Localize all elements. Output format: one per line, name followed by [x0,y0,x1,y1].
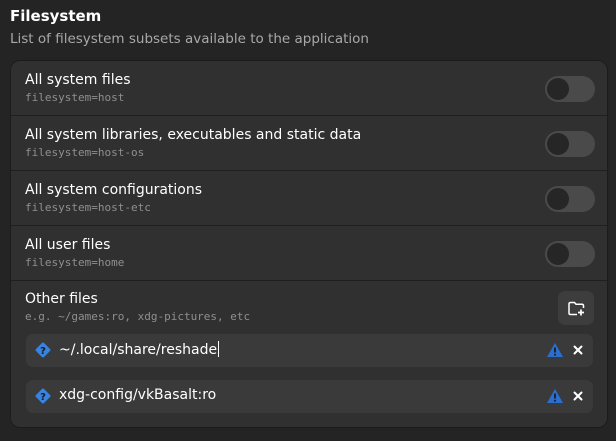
row-title: All system files [25,72,131,88]
host-etc-toggle[interactable] [545,186,595,212]
question-icon: ? [35,388,51,404]
row-home[interactable]: All user files filesystem=home [11,226,607,281]
toggle-knob [547,133,569,155]
folder-add-icon [567,301,584,315]
toggle-knob [547,78,569,100]
row-subtitle: filesystem=host-os [25,146,145,159]
host-os-toggle[interactable] [545,131,595,157]
home-toggle[interactable] [545,241,595,267]
add-folder-button[interactable] [558,291,594,325]
other-files-subtitle: e.g. ~/games:ro, xdg-pictures, etc [25,310,251,323]
text-cursor [218,341,220,357]
row-subtitle: filesystem=home [25,256,125,269]
file-entry-input[interactable]: ~/.local/share/reshade [59,341,220,358]
section-subtitle: List of filesystem subsets available to … [10,31,369,47]
filesystem-list: All system files filesystem=host All sys… [10,60,608,428]
row-title: All user files [25,237,111,253]
file-entry[interactable]: ? ~/.local/share/reshade [26,334,593,367]
question-icon: ? [35,342,51,358]
svg-text:?: ? [40,346,46,357]
row-subtitle: filesystem=host [25,91,125,104]
svg-text:?: ? [40,392,46,403]
file-entry-input[interactable]: xdg-config/vkBasalt:ro [59,387,216,403]
toggle-knob [547,188,569,210]
row-host[interactable]: All system files filesystem=host [11,61,607,116]
row-host-os[interactable]: All system libraries, executables and st… [11,116,607,171]
row-host-etc[interactable]: All system configurations filesystem=hos… [11,171,607,226]
toggle-knob [547,243,569,265]
warning-icon [547,343,563,357]
row-title: All system configurations [25,182,203,198]
close-icon[interactable] [571,389,585,403]
section-title: Filesystem [10,7,102,25]
close-icon[interactable] [571,343,585,357]
row-subtitle: filesystem=host-etc [25,201,151,214]
row-title: All system libraries, executables and st… [25,127,362,143]
file-entry-value: ~/.local/share/reshade [59,342,218,358]
file-entry[interactable]: ? xdg-config/vkBasalt:ro [26,380,593,413]
warning-icon [547,389,563,403]
host-toggle[interactable] [545,76,595,102]
other-files-title: Other files [25,291,98,307]
